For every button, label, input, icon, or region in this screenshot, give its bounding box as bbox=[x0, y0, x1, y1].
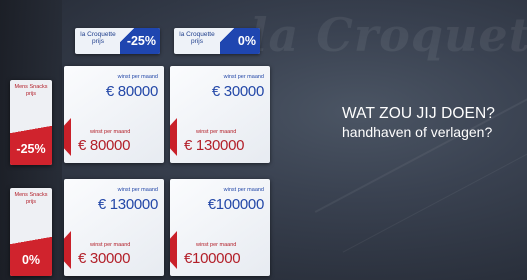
card-red-value: € 30000 bbox=[78, 250, 131, 267]
card-blue-label: winst per maand bbox=[117, 74, 158, 80]
card-red-label: winst per maand bbox=[90, 242, 131, 248]
side-tab-snacks-0: Mens Snacks prijs 0% bbox=[10, 188, 52, 276]
side-tab-percentage: -25% bbox=[10, 121, 52, 165]
side-tab-snacks-minus25: Mens Snacks prijs -25% bbox=[10, 80, 52, 165]
card-red-label: winst per maand bbox=[196, 129, 237, 135]
card-blue-value: € 30000 bbox=[211, 83, 264, 100]
side-tab-title: Mens Snacks prijs bbox=[14, 192, 48, 205]
top-tab-title: la Croquette prijs bbox=[179, 31, 215, 45]
background-brand-watermark: la Croquetr bbox=[250, 8, 527, 62]
side-tab-title: Mens Snacks prijs bbox=[14, 84, 48, 97]
top-tab-croquette-minus25: la Croquette prijs -25% bbox=[75, 28, 160, 54]
card-red-marker bbox=[170, 231, 177, 269]
card-red-value: € 80000 bbox=[78, 137, 131, 154]
card-red-label: winst per maand bbox=[90, 129, 131, 135]
card-red-value: € 130000 bbox=[184, 137, 245, 154]
card-red-value: €100000 bbox=[184, 250, 241, 267]
payoff-card-r1c2: winst per maand € 30000 winst per maand … bbox=[170, 66, 270, 163]
top-tab-croquette-0: la Croquette prijs 0% bbox=[174, 28, 260, 54]
card-red-marker bbox=[170, 118, 177, 156]
card-red-marker bbox=[64, 118, 71, 156]
payoff-card-r2c1: winst per maand € 130000 winst per maand… bbox=[64, 179, 164, 276]
card-blue-label: winst per maand bbox=[223, 187, 264, 193]
top-tab-percentage: -25% bbox=[120, 28, 160, 54]
card-blue-value: € 80000 bbox=[105, 83, 158, 100]
question-headline: WAT ZOU JIJ DOEN? bbox=[342, 105, 495, 122]
card-red-marker bbox=[64, 231, 71, 269]
card-blue-label: winst per maand bbox=[117, 187, 158, 193]
payoff-card-r2c2: winst per maand €100000 winst per maand … bbox=[170, 179, 270, 276]
card-blue-value: €100000 bbox=[207, 196, 265, 213]
payoff-card-r1c1: winst per maand € 80000 winst per maand … bbox=[64, 66, 164, 163]
side-tab-percentage: 0% bbox=[10, 232, 52, 276]
card-blue-label: winst per maand bbox=[223, 74, 264, 80]
top-tab-percentage: 0% bbox=[220, 28, 260, 54]
top-tab-title: la Croquette prijs bbox=[80, 31, 116, 45]
card-blue-value: € 130000 bbox=[97, 196, 158, 213]
question-subline: handhaven of verlagen? bbox=[342, 124, 493, 140]
card-red-label: winst per maand bbox=[196, 242, 237, 248]
